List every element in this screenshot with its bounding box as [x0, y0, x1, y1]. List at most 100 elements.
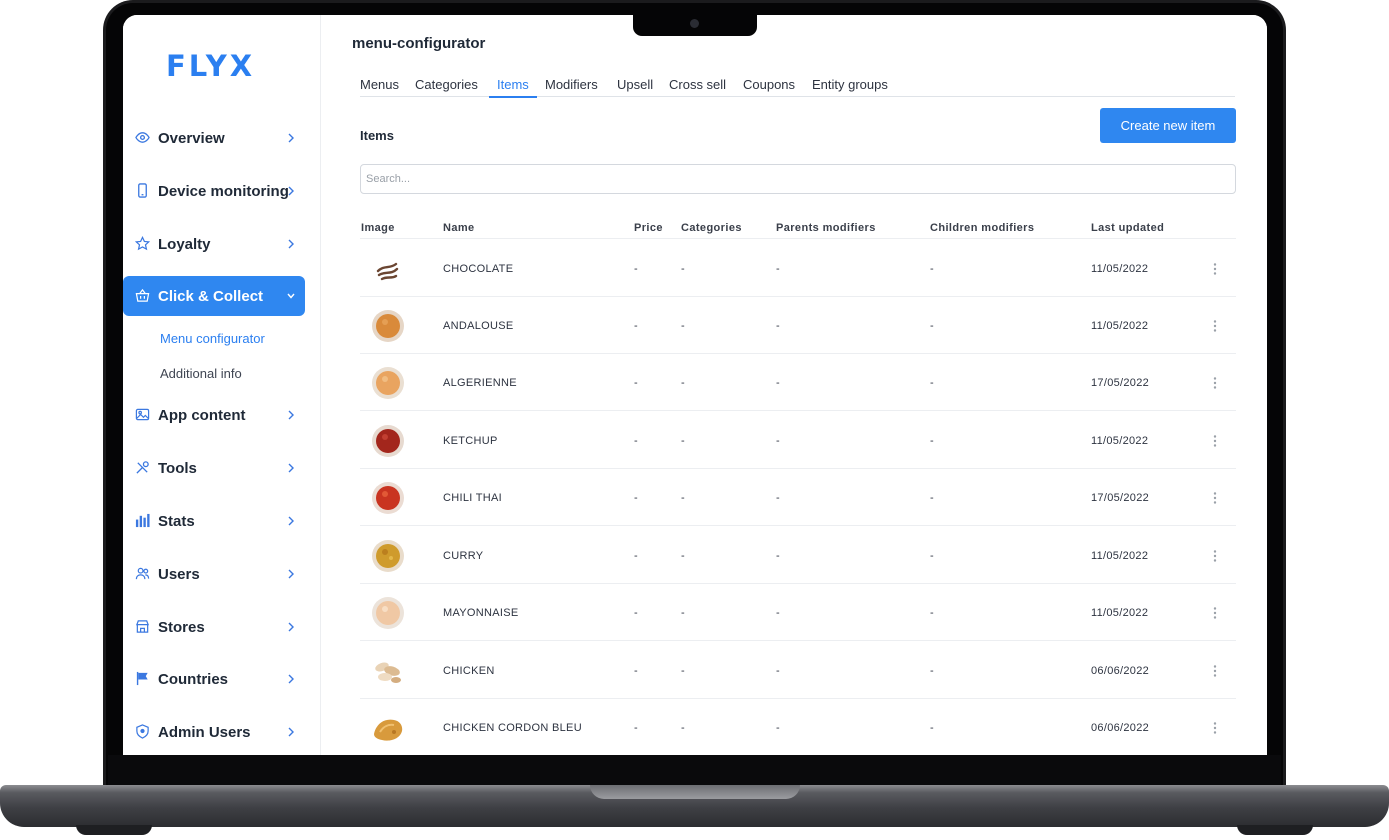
tab-cross-sell[interactable]: Cross sell: [669, 77, 726, 92]
item-children-modifiers: -: [930, 377, 934, 389]
item-categories: -: [681, 492, 685, 504]
table-row[interactable]: CHILI THAI - - - - 17/05/2022: [360, 469, 1236, 526]
sidebar-item-overview[interactable]: Overview: [123, 118, 305, 158]
sidebar-item-device-monitoring[interactable]: Device monitoring: [123, 171, 305, 211]
sidebar-item-loyalty[interactable]: Loyalty: [123, 224, 305, 264]
tools-icon: [135, 460, 150, 475]
more-options-icon[interactable]: [1210, 664, 1220, 678]
item-last-updated: 11/05/2022: [1091, 607, 1149, 619]
item-name: CHICKEN CORDON BLEU: [443, 722, 582, 734]
column-header-parents-modifiers[interactable]: Parents modifiers: [776, 222, 876, 234]
table-row[interactable]: CHICKEN - - - - 06/06/2022: [360, 642, 1236, 699]
sidebar-item-click-and-collect[interactable]: Click & Collect: [123, 276, 305, 316]
laptop-mockup: FLYX Overview Device monitoring Loyalty …: [0, 0, 1389, 840]
item-children-modifiers: -: [930, 320, 934, 332]
more-options-icon[interactable]: [1210, 549, 1220, 563]
sidebar-subitem-menu-configurator[interactable]: Menu configurator: [160, 331, 265, 346]
chili-thai-sauce-image: [370, 480, 406, 516]
item-categories: -: [681, 320, 685, 332]
more-options-icon[interactable]: [1210, 434, 1220, 448]
andalouse-sauce-image: [370, 308, 406, 344]
item-price: -: [634, 607, 638, 619]
sidebar-item-admin-users[interactable]: Admin Users: [123, 712, 305, 752]
table-row[interactable]: KETCHUP - - - - 11/05/2022: [360, 412, 1236, 469]
tab-entity-groups[interactable]: Entity groups: [812, 77, 888, 92]
more-options-icon[interactable]: [1210, 376, 1220, 390]
tab-coupons[interactable]: Coupons: [743, 77, 795, 92]
item-categories: -: [681, 722, 685, 734]
flag-icon: [135, 671, 150, 686]
more-options-icon[interactable]: [1210, 721, 1220, 735]
eye-icon: [135, 130, 150, 145]
item-name: ALGERIENNE: [443, 377, 517, 389]
column-header-children-modifiers[interactable]: Children modifiers: [930, 222, 1034, 234]
chevron-right-icon: [286, 237, 296, 251]
tab-modifiers[interactable]: Modifiers: [545, 77, 598, 92]
sidebar-item-stats[interactable]: Stats: [123, 501, 305, 541]
sidebar-item-stores[interactable]: Stores: [123, 607, 305, 647]
sidebar-item-label: Overview: [158, 129, 225, 147]
item-parents-modifiers: -: [776, 435, 780, 447]
tab-items[interactable]: Items: [489, 77, 537, 98]
item-name: CHICKEN: [443, 665, 495, 677]
laptop-opening-notch: [590, 785, 800, 799]
table-row[interactable]: ANDALOUSE - - - - 11/05/2022: [360, 297, 1236, 354]
chevron-right-icon: [286, 131, 296, 145]
table-row[interactable]: ALGERIENNE - - - - 17/05/2022: [360, 354, 1236, 411]
sidebar-subitem-additional-info[interactable]: Additional info: [160, 366, 242, 381]
table-row[interactable]: CHOCOLATE - - - - 11/05/2022: [360, 240, 1236, 297]
item-categories: -: [681, 550, 685, 562]
table-row[interactable]: MAYONNAISE - - - - 11/05/2022: [360, 584, 1236, 641]
chevron-right-icon: [286, 725, 296, 739]
item-parents-modifiers: -: [776, 377, 780, 389]
more-options-icon[interactable]: [1210, 491, 1220, 505]
tab-bar: Menus Categories Items Modifiers Upsell …: [360, 77, 1235, 98]
sidebar-item-label: Device monitoring: [158, 182, 289, 200]
item-parents-modifiers: -: [776, 607, 780, 619]
sidebar-item-app-content[interactable]: App content: [123, 395, 305, 435]
sidebar-item-label: Admin Users: [158, 723, 251, 741]
table-row[interactable]: CHICKEN CORDON BLEU - - - - 06/06/2022: [360, 699, 1236, 755]
item-parents-modifiers: -: [776, 665, 780, 677]
basket-icon: [135, 288, 150, 303]
search-input[interactable]: [360, 164, 1236, 194]
item-parents-modifiers: -: [776, 263, 780, 275]
mayonnaise-sauce-image: [370, 595, 406, 631]
more-options-icon[interactable]: [1210, 606, 1220, 620]
chicken-pieces-image: [370, 653, 406, 689]
flyx-logo[interactable]: FLYX: [166, 49, 255, 83]
image-icon: [135, 407, 150, 422]
column-header-price[interactable]: Price: [634, 222, 663, 234]
chevron-right-icon: [286, 620, 296, 634]
item-price: -: [634, 550, 638, 562]
item-price: -: [634, 377, 638, 389]
sidebar-item-tools[interactable]: Tools: [123, 448, 305, 488]
sidebar-item-label: Loyalty: [158, 235, 211, 253]
chevron-right-icon: [286, 408, 296, 422]
tab-upsell[interactable]: Upsell: [617, 77, 653, 92]
item-parents-modifiers: -: [776, 550, 780, 562]
tab-categories[interactable]: Categories: [415, 77, 478, 92]
column-header-name[interactable]: Name: [443, 222, 475, 234]
more-options-icon[interactable]: [1210, 262, 1220, 276]
item-parents-modifiers: -: [776, 492, 780, 504]
item-name: CURRY: [443, 550, 484, 562]
sidebar-item-label: Stores: [158, 618, 205, 636]
column-header-last-updated[interactable]: Last updated: [1091, 222, 1164, 234]
item-children-modifiers: -: [930, 435, 934, 447]
table-row[interactable]: CURRY - - - - 11/05/2022: [360, 527, 1236, 584]
column-header-categories[interactable]: Categories: [681, 222, 742, 234]
item-categories: -: [681, 263, 685, 275]
chevron-right-icon: [286, 567, 296, 581]
item-last-updated: 17/05/2022: [1091, 492, 1150, 504]
tab-menus[interactable]: Menus: [360, 77, 399, 92]
more-options-icon[interactable]: [1210, 319, 1220, 333]
sidebar-item-users[interactable]: Users: [123, 554, 305, 594]
create-new-item-button[interactable]: Create new item: [1100, 108, 1236, 143]
item-last-updated: 11/05/2022: [1091, 263, 1149, 275]
sidebar-item-label: Countries: [158, 670, 229, 688]
column-header-image[interactable]: Image: [361, 222, 395, 234]
sidebar-item-countries[interactable]: Countries: [123, 659, 305, 699]
item-price: -: [634, 722, 638, 734]
curry-sauce-image: [370, 538, 406, 574]
